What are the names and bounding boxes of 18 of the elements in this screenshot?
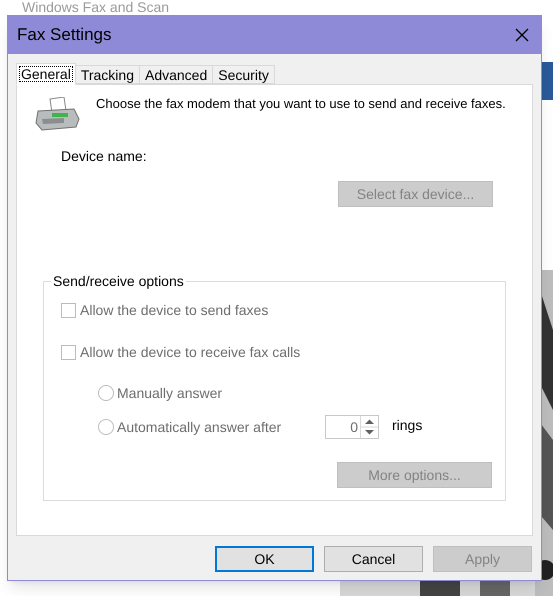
rings-label: rings <box>392 416 422 435</box>
number-spinner[interactable]: 0 <box>325 415 379 439</box>
checkbox-label: Allow the device to receive fax calls <box>80 343 300 362</box>
window-title: Windows Fax and Scan <box>22 0 170 15</box>
dialog-button[interactable]: OK <box>215 546 314 572</box>
radio-label: Manually answer <box>117 384 224 403</box>
dialog-title: Fax Settings <box>17 24 112 46</box>
radio-label: Automatically answer after <box>117 418 282 437</box>
fax-machine-icon <box>34 97 80 131</box>
tab[interactable]: General <box>16 63 76 85</box>
dialog-button[interactable]: Cancel <box>324 546 423 572</box>
tab[interactable]: Tracking <box>76 65 140 84</box>
checkbox-label: Allow the device to send faxes <box>80 301 268 320</box>
device-name-label: Device name: <box>61 147 148 166</box>
close-icon[interactable] <box>515 28 529 42</box>
tab[interactable]: Advanced <box>140 65 214 84</box>
description-text: Choose the fax modem that you want to use to send and receive faxes. <box>96 95 506 113</box>
tab[interactable]: Security <box>213 65 275 84</box>
